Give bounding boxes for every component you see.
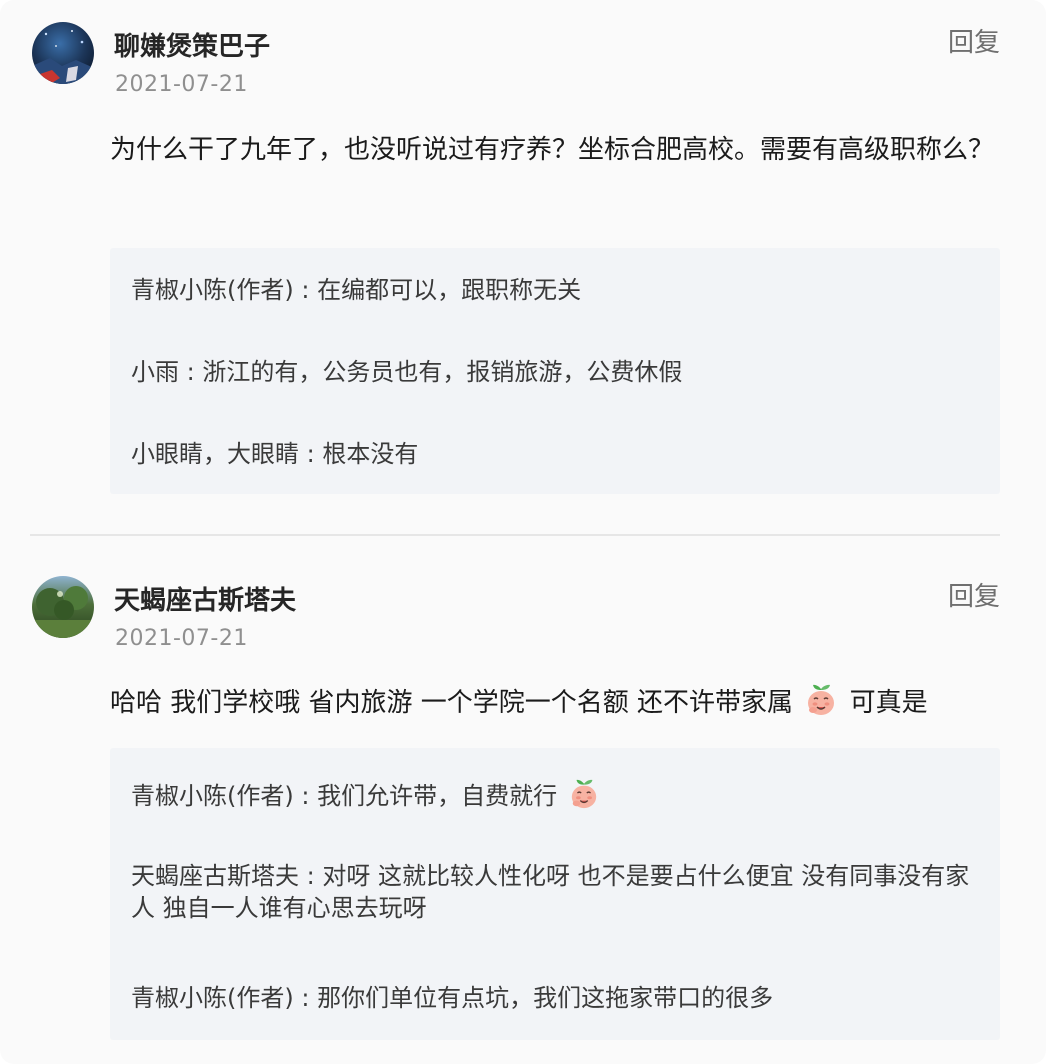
divider — [30, 534, 1000, 536]
reply-item[interactable]: 小眼睛，大眼睛 : 根本没有 — [131, 438, 983, 470]
comment-text-part: 哈哈 我们学校哦 省内旅游 一个学院一个名额 还不许带家属 — [110, 688, 794, 718]
reply-button[interactable]: 回复 — [948, 576, 1000, 613]
sprout-face-emoji-icon — [805, 683, 837, 732]
reply-item[interactable]: 青椒小陈(作者) : 我们允许带，自费就行 — [131, 778, 983, 818]
sprout-face-emoji-icon — [569, 778, 599, 818]
comment-date: 2021-07-21 — [115, 72, 248, 97]
username[interactable]: 天蝎座古斯塔夫 — [114, 580, 296, 617]
avatar[interactable] — [32, 576, 94, 638]
reply-item[interactable]: 天蝎座古斯塔夫 : 对呀 这就比较人性化呀 也不是要占什么便宜 没有同事没有家人… — [131, 860, 983, 924]
reply-item[interactable]: 青椒小陈(作者) : 在编都可以，跟职称无关 — [131, 274, 983, 306]
reply-item[interactable]: 小雨 : 浙江的有，公务员也有，报销旅游，公费休假 — [131, 356, 983, 388]
comment-text-part: 可真是 — [849, 688, 928, 718]
comment-list: 聊嫌煲策巴子 2021-07-21 回复 为什么干了九年了，也没听说过有疗养？坐… — [0, 0, 1046, 1064]
comment-date: 2021-07-21 — [115, 626, 248, 651]
username[interactable]: 聊嫌煲策巴子 — [114, 26, 270, 63]
comment-text: 为什么干了九年了，也没听说过有疗养？坐标合肥高校。需要有高级职称么？ — [110, 135, 995, 165]
replies-box: 青椒小陈(作者) : 我们允许带，自费就行 天蝎座古斯塔夫: 对呀 这就比较人… — [110, 748, 1000, 1040]
comment-text: 哈哈 我们学校哦 省内旅游 一个学院一个名额 还不许带家属 可真是 — [110, 680, 1002, 732]
reply-text: 青椒小陈(作者) : 我们允许带，自费就行 — [131, 782, 558, 810]
avatar[interactable] — [32, 22, 94, 84]
reply-button[interactable]: 回复 — [948, 22, 1000, 59]
replies-box: 青椒小陈(作者) : 在编都可以，跟职称无关 小雨 : 浙江的有，公务员也有，报… — [110, 248, 1000, 494]
reply-item[interactable]: 青椒小陈(作者) : 那你们单位有点坑，我们这拖家带口的很多 — [131, 982, 983, 1014]
